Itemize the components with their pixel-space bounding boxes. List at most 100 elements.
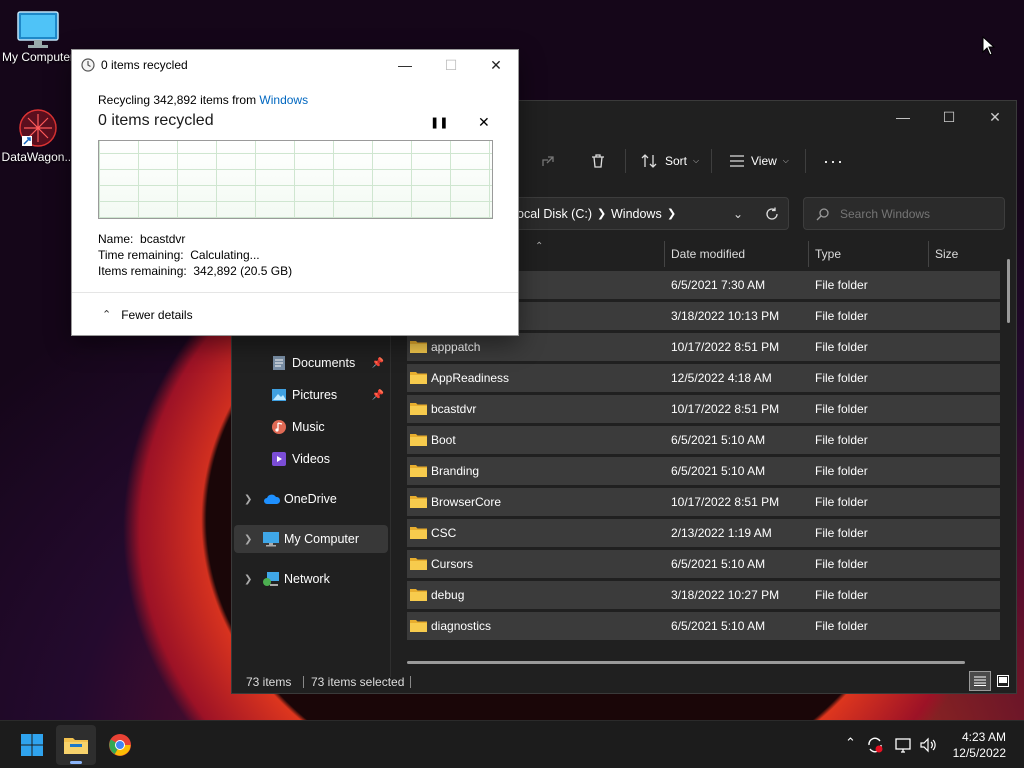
fewer-details-label: Fewer details xyxy=(121,307,193,322)
refresh-icon[interactable] xyxy=(765,207,779,221)
close-button[interactable]: ✕ xyxy=(972,101,1018,133)
clock-time: 4:23 AM xyxy=(961,730,1006,744)
chevron-down-icon: ⌵ xyxy=(693,156,700,165)
selected-count: 73 items selected xyxy=(311,675,405,689)
table-row[interactable]: apppatch 10/17/2022 8:51 PM File folder xyxy=(407,333,1000,361)
maximize-button[interactable]: ☐ xyxy=(926,101,972,133)
chevron-up-icon[interactable]: ⌃ xyxy=(845,735,856,751)
column-header-label: Type xyxy=(815,247,842,261)
file-name: Branding xyxy=(431,464,480,478)
detail-value: Calculating... xyxy=(190,248,260,262)
pause-button[interactable]: ❚❚ xyxy=(430,116,448,129)
dialog-minimize-button[interactable]: — xyxy=(382,50,428,80)
table-row[interactable]: Cursors 6/5/2021 5:10 AM File folder xyxy=(407,550,1000,578)
nav-item-label: Pictures xyxy=(292,388,338,402)
desktop-icon-datawagon[interactable]: DataWagon... xyxy=(0,106,76,164)
file-name: Cursors xyxy=(431,557,474,571)
cancel-button[interactable]: ✕ xyxy=(478,114,490,131)
search-input[interactable] xyxy=(840,206,990,221)
status-divider xyxy=(303,676,304,688)
table-row[interactable]: Boot 6/5/2021 5:10 AM File folder xyxy=(407,426,1000,454)
nav-item-label: Music xyxy=(292,420,325,434)
taskbar-file-explorer[interactable] xyxy=(56,725,96,765)
dialog-close-button[interactable]: ✕ xyxy=(473,50,519,80)
active-app-indicator xyxy=(70,761,82,764)
minimize-button[interactable]: — xyxy=(880,101,926,133)
file-type: File folder xyxy=(815,309,868,323)
column-header-label: Size xyxy=(935,247,959,261)
chevron-down-icon: ⌵ xyxy=(782,156,789,165)
share-button[interactable] xyxy=(541,149,557,173)
column-header-size[interactable]: Size xyxy=(928,241,1002,267)
file-name: Boot xyxy=(431,433,456,447)
table-row[interactable]: bcastdvr 10/17/2022 8:51 PM File folder xyxy=(407,395,1000,423)
pin-icon: 📌 xyxy=(371,389,384,401)
monitor-icon xyxy=(263,532,279,547)
table-row[interactable]: debug 3/18/2022 10:27 PM File folder xyxy=(407,581,1000,609)
nav-item-music[interactable]: Music xyxy=(234,413,388,441)
taskbar: ⌃ 4:23 AM 12/5/2022 xyxy=(0,720,1024,768)
dialog-maximize-button[interactable]: ☐ xyxy=(428,50,474,80)
start-button[interactable] xyxy=(12,725,52,765)
file-date: 3/18/2022 10:27 PM xyxy=(671,588,780,602)
more-options-button[interactable]: ··· xyxy=(823,149,844,173)
table-row[interactable]: CSC 2/13/2022 1:19 AM File folder xyxy=(407,519,1000,547)
source-folder-link[interactable]: Windows xyxy=(259,93,308,107)
detail-time-row: Time remaining: Calculating... xyxy=(98,247,292,263)
tiles-view-icon xyxy=(997,675,1009,687)
desktop-icon-label: DataWagon... xyxy=(1,150,75,164)
folder-icon xyxy=(410,620,427,632)
address-segment-drive[interactable]: ocal Disk (C:) xyxy=(517,207,592,221)
horizontal-scrollbar[interactable] xyxy=(407,661,965,664)
chevron-right-icon: ❯ xyxy=(244,573,253,585)
file-type: File folder xyxy=(815,433,868,447)
delete-button[interactable] xyxy=(590,149,606,173)
view-button[interactable]: View ⌵ xyxy=(729,149,789,173)
details-section: Name: bcastdvr Time remaining: Calculati… xyxy=(98,231,292,279)
file-date: 10/17/2022 8:51 PM xyxy=(671,340,780,354)
recycling-summary: Recycling 342,892 items from Windows xyxy=(98,93,308,107)
details-view-button[interactable] xyxy=(969,671,991,691)
sort-label: Sort xyxy=(665,154,688,168)
sort-button[interactable]: Sort ⌵ xyxy=(641,149,699,173)
nav-item-videos[interactable]: Videos xyxy=(234,445,388,473)
nav-item-my-computer[interactable]: ❯ My Computer xyxy=(234,525,388,553)
network-status-icon[interactable] xyxy=(894,736,912,754)
tiles-view-button[interactable] xyxy=(993,671,1013,691)
details-view-icon xyxy=(974,676,986,686)
address-segment-folder[interactable]: Windows xyxy=(611,207,662,221)
nav-item-pictures[interactable]: Pictures 📌 xyxy=(234,381,388,409)
detail-name-row: Name: bcastdvr xyxy=(98,231,292,247)
taskbar-chrome[interactable] xyxy=(100,725,140,765)
file-type: File folder xyxy=(815,619,868,633)
nav-item-network[interactable]: ❯ Network xyxy=(234,565,388,593)
chrome-icon xyxy=(109,734,131,756)
file-type: File folder xyxy=(815,588,868,602)
sync-icon[interactable] xyxy=(866,736,884,754)
file-date: 3/18/2022 10:13 PM xyxy=(671,309,780,323)
detail-value: 342,892 (20.5 GB) xyxy=(193,264,293,278)
fewer-details-toggle[interactable]: ⌃ Fewer details xyxy=(72,292,518,336)
column-header-date[interactable]: Date modified xyxy=(664,241,808,267)
videos-icon xyxy=(272,452,286,466)
table-row[interactable]: AppReadiness 12/5/2022 4:18 AM File folder xyxy=(407,364,1000,392)
monitor-icon xyxy=(17,11,59,48)
nav-item-documents[interactable]: Documents 📌 xyxy=(234,349,388,377)
desktop-icon-my-computer[interactable]: My Computer xyxy=(0,10,76,64)
file-type: File folder xyxy=(815,402,868,416)
sort-ascending-icon: ⌃ xyxy=(535,241,544,252)
table-row[interactable]: diagnostics 6/5/2021 5:10 AM File folder xyxy=(407,612,1000,640)
volume-icon[interactable] xyxy=(919,736,937,754)
folder-icon xyxy=(410,496,427,508)
vertical-scrollbar[interactable] xyxy=(1007,259,1010,323)
search-box[interactable] xyxy=(803,197,1005,230)
table-row[interactable]: BrowserCore 10/17/2022 8:51 PM File folder xyxy=(407,488,1000,516)
address-history-dropdown[interactable]: ⌄ xyxy=(733,207,743,221)
table-row[interactable]: Branding 6/5/2021 5:10 AM File folder xyxy=(407,457,1000,485)
nav-item-onedrive[interactable]: ❯ OneDrive xyxy=(234,485,388,513)
system-clock[interactable]: 4:23 AM 12/5/2022 xyxy=(953,729,1006,761)
file-date: 10/17/2022 8:51 PM xyxy=(671,402,780,416)
file-type: File folder xyxy=(815,464,868,478)
column-header-type[interactable]: Type xyxy=(808,241,928,267)
file-name: bcastdvr xyxy=(431,402,477,416)
